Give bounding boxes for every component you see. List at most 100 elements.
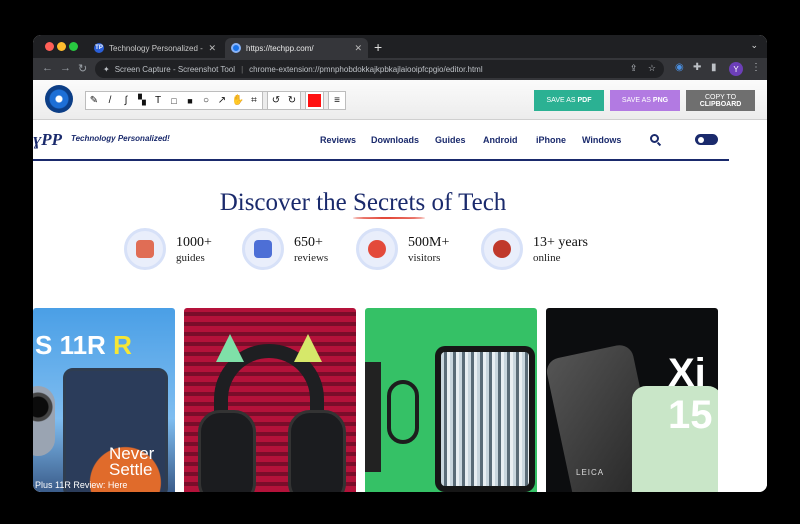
overlay-line2: 15 [668,393,713,437]
tab-search-icon[interactable]: ⌄ [750,40,758,51]
copy-label-line1: COPY TO [704,93,737,101]
circle-icon[interactable]: ○ [198,92,214,109]
captured-webpage: ɣPP Technology Personalized! Reviews Dow… [33,121,767,492]
bookmark-star-icon[interactable]: ☆ [648,63,656,73]
tab-techpp[interactable]: TP Technology Personalized - Tec ✕ [88,38,222,58]
cable-image [387,380,419,444]
text-icon[interactable]: T [150,92,166,109]
profile-avatar[interactable]: Y [729,62,743,76]
address-bar[interactable]: ✦ Screen Capture - Screenshot Tool | chr… [95,60,664,78]
stylus-image [365,362,381,472]
stat-label: visitors [408,252,441,264]
aperture-logo-icon [45,85,73,113]
dark-mode-toggle[interactable] [695,134,718,145]
save-as-pdf-button[interactable]: SAVE AS PDF [534,90,604,111]
extensions-icon[interactable]: ✚ [693,62,701,73]
close-tab-icon[interactable]: ✕ [208,43,216,54]
award-icon [481,228,523,270]
minimize-window-button[interactable] [57,42,66,51]
curve-icon[interactable]: ∫ [118,92,134,109]
tab-label: Technology Personalized - Tec [109,43,204,53]
article-card-tablet[interactable] [365,308,537,492]
browser-window: TP Technology Personalized - Tec ✕ https… [33,35,767,492]
nav-downloads[interactable]: Downloads [371,135,419,145]
tab-editor[interactable]: https://techpp.com/ ✕ [225,38,368,58]
nav-windows[interactable]: Windows [582,135,621,145]
article-card-oneplus[interactable]: S 11R R Never Settle Plus 11R Review: He… [33,308,175,492]
hero-text-after: of Tech [425,189,507,216]
kebab-menu-icon[interactable]: ⋮ [751,62,761,73]
extension-site-label: Screen Capture - Screenshot Tool [114,64,236,74]
color-picker-swatch[interactable] [308,94,321,107]
close-tab-icon[interactable]: ✕ [354,43,362,54]
toolbar-divider [300,92,306,109]
maximize-window-button[interactable] [69,42,78,51]
hero-highlight: Secrets [353,189,426,219]
extension-active-icon[interactable]: ◉ [675,62,684,73]
address-separator: | [241,64,244,74]
drawing-tools: ✎ / ∫ ▚ T □ ■ ○ ↗ ✋ ⌗ ↺ ↻ ≡ [85,91,346,110]
save-png-label: SAVE AS [621,97,653,104]
card-title-yellow: R [113,330,132,360]
hero-heading: Discover the Secrets of Tech [33,189,693,219]
card-title-white: S 11R [35,330,114,360]
crop-icon[interactable]: ⌗ [246,92,262,109]
save-png-format: PNG [652,97,669,104]
arrow-icon[interactable]: ↗ [214,92,230,109]
nav-iphone[interactable]: iPhone [536,135,566,145]
new-tab-button[interactable]: + [374,39,382,55]
copy-label-line2: CLIPBOARD [699,100,742,108]
save-pdf-format: PDF [577,97,592,104]
card-title: S 11R R [35,330,132,361]
editor-toolbar: ✎ / ∫ ▚ T □ ■ ○ ↗ ✋ ⌗ ↺ ↻ ≡ SAVE AS PDF … [33,80,767,120]
redo-icon[interactable]: ↻ [284,92,300,109]
article-card-xiaomi[interactable]: Xi 15 LEICA [546,308,718,492]
filled-rect-icon[interactable]: ■ [182,92,198,109]
techpp-favicon-icon: TP [94,43,104,53]
reviews-icon [242,228,284,270]
nav-android[interactable]: Android [483,135,518,145]
pencil-icon[interactable]: ✎ [86,92,102,109]
site-tagline: Technology Personalized! [71,134,170,143]
save-pdf-label: SAVE AS [546,97,578,104]
header-divider [33,159,729,161]
copy-to-clipboard-button[interactable]: COPY TO CLIPBOARD [686,90,755,111]
article-card-headphones[interactable] [184,308,356,492]
undo-icon[interactable]: ↺ [268,92,284,109]
save-as-png-button[interactable]: SAVE AS PNG [610,90,680,111]
camera-module-image [33,386,55,456]
visitors-icon [356,228,398,270]
stat-label: reviews [294,252,329,264]
back-icon[interactable]: ← [42,62,53,74]
address-url: chrome-extension://pmnphobdokkajkpbkajla… [249,64,483,74]
line-icon[interactable]: / [102,92,118,109]
guides-icon [124,228,166,270]
site-logo[interactable]: ɣPP [33,130,62,150]
share-icon[interactable]: ⇪ [630,63,638,73]
line-width-icon[interactable]: ≡ [329,92,345,109]
cat-ear-headphones-image [192,334,346,492]
reload-icon[interactable]: ↻ [78,62,87,75]
highlight-icon[interactable]: ▚ [134,92,150,109]
stat-label: online [533,252,561,264]
navigation-bar: ← → ↻ ✦ Screen Capture - Screenshot Tool… [33,58,767,80]
forward-icon[interactable]: → [60,62,71,74]
rectangle-icon[interactable]: □ [166,92,182,109]
loading-favicon-icon [231,43,241,53]
card-overlay-text: Never Settle [109,444,155,479]
leica-brand-label: LEICA [576,468,605,477]
tablet-image [435,346,535,492]
nav-reviews[interactable]: Reviews [320,135,356,145]
hand-icon[interactable]: ✋ [230,92,246,109]
card-caption: Plus 11R Review: Here [35,480,128,490]
stat-number: 13+ years [533,235,588,250]
tab-label: https://techpp.com/ [246,43,314,53]
stat-number: 650+ [294,235,323,250]
stat-number: 500M+ [408,235,450,250]
close-window-button[interactable] [45,42,54,51]
nav-guides[interactable]: Guides [435,135,466,145]
stat-label: guides [176,252,205,264]
search-icon[interactable] [650,134,659,143]
side-panel-icon[interactable]: ▮ [711,62,717,73]
card-overlay-text: Xi 15 [668,352,713,436]
